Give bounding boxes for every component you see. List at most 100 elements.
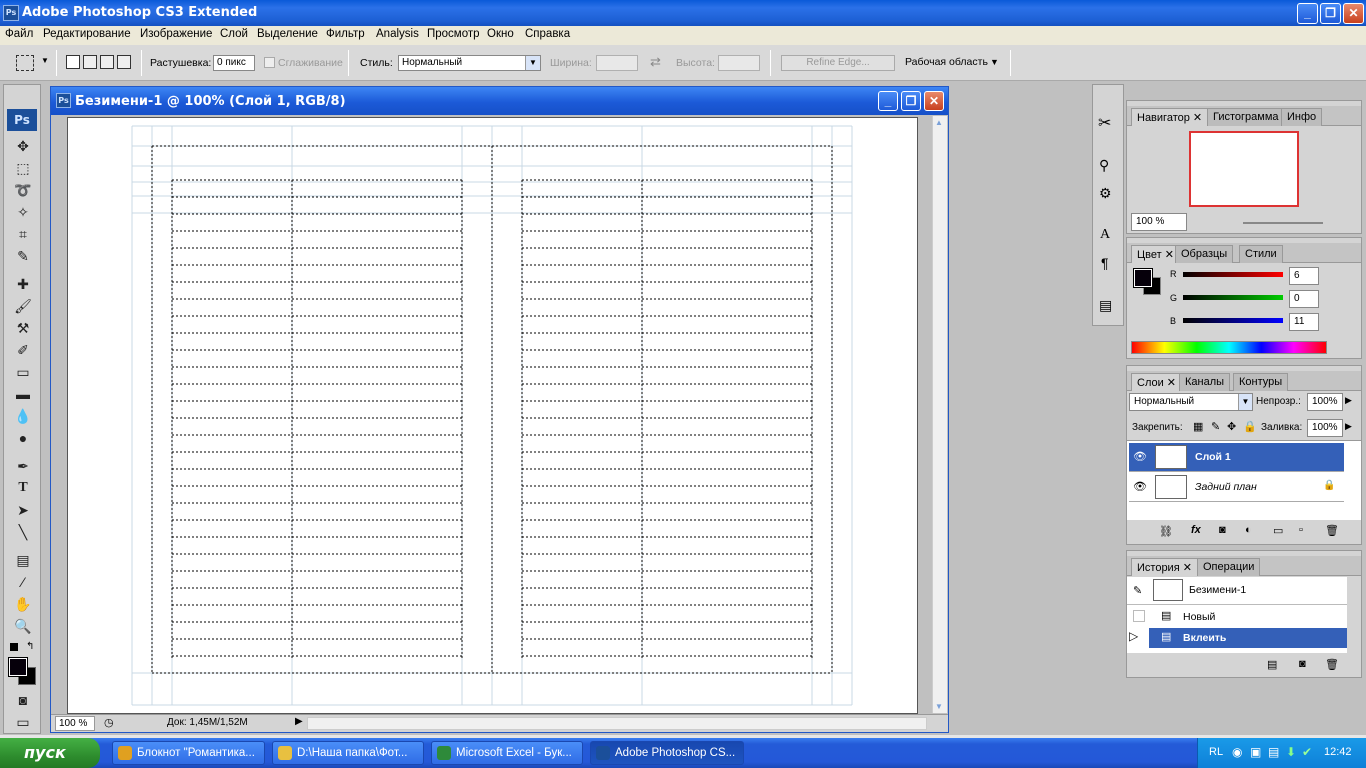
new-selection-icon[interactable] <box>66 55 80 69</box>
vertical-scrollbar[interactable]: ▲ ▼ <box>932 116 947 713</box>
add-selection-icon[interactable] <box>83 55 97 69</box>
minimize-button[interactable]: _ <box>1297 3 1318 24</box>
red-slider[interactable] <box>1183 272 1283 277</box>
history-item-selected[interactable]: ▤ Вклеить <box>1149 628 1347 648</box>
quick-mask-icon[interactable]: ◙ <box>13 691 33 709</box>
chevron-down-icon[interactable]: ▼ <box>1238 394 1252 410</box>
navigator-zoom-field[interactable]: 100 % <box>1131 213 1187 231</box>
lasso-tool-icon[interactable]: ➰ <box>13 181 33 199</box>
workspace-menu[interactable]: Рабочая область <box>905 56 988 68</box>
menu-file[interactable]: Файл <box>5 28 33 40</box>
default-colors-icon[interactable] <box>10 643 18 651</box>
swap-icon[interactable]: ⇄ <box>650 54 661 70</box>
history-state-slider-icon[interactable]: ▷ <box>1129 629 1138 643</box>
crop-tool-icon[interactable]: ⌗ <box>13 225 33 243</box>
layer-mask-icon[interactable]: ◙ <box>1219 524 1226 536</box>
hand-tool-icon[interactable]: ✋ <box>13 595 33 613</box>
tools-preset-icon[interactable]: ✂ <box>1098 113 1111 133</box>
menu-filter[interactable]: Фильтр <box>326 28 365 40</box>
notes-tool-icon[interactable]: ▤ <box>13 551 33 569</box>
task-excel[interactable]: Microsoft Excel - Бук... <box>431 741 583 765</box>
lock-pixels-icon[interactable]: ✎ <box>1211 420 1220 433</box>
history-source-checkbox[interactable] <box>1133 610 1145 622</box>
menu-analysis[interactable]: Analysis <box>376 28 419 40</box>
trash-icon[interactable]: 🗑 <box>1325 658 1339 671</box>
document-minimize-button[interactable]: _ <box>878 91 898 111</box>
color-spectrum-ramp[interactable] <box>1131 341 1327 354</box>
eyedropper-tool-icon[interactable]: ⁄ <box>13 573 33 591</box>
visibility-eye-icon[interactable]: 👁 <box>1133 450 1147 464</box>
fill-field[interactable]: 100% <box>1307 419 1343 437</box>
blue-value[interactable]: 11 <box>1289 313 1319 331</box>
marquee-tool-icon[interactable]: ⬚ <box>13 159 33 177</box>
subtract-selection-icon[interactable] <box>100 55 114 69</box>
adjustment-layer-icon[interactable]: ◐ <box>1245 524 1252 536</box>
pen-tool-icon[interactable]: ✒ <box>13 457 33 475</box>
status-menu-icon[interactable]: ◷ <box>104 716 114 729</box>
new-document-from-state-icon[interactable]: ▤ <box>1267 658 1277 671</box>
dodge-tool-icon[interactable]: ● <box>13 429 33 447</box>
layer-comps-icon[interactable]: ▤ <box>1099 297 1112 314</box>
path-selection-tool-icon[interactable]: ➤ <box>13 501 33 519</box>
blue-slider[interactable] <box>1183 318 1283 323</box>
tab-color[interactable]: Цвет ✕ <box>1131 245 1180 263</box>
tab-info[interactable]: Инфо <box>1281 108 1323 126</box>
tray-app-icon[interactable]: ◉ <box>1232 745 1242 759</box>
eraser-tool-icon[interactable]: ▭ <box>13 363 33 381</box>
type-tool-icon[interactable]: T <box>13 479 33 497</box>
character-icon[interactable]: A <box>1100 227 1110 243</box>
task-notepad[interactable]: Блокнот "Романтика... <box>112 741 265 765</box>
menu-image[interactable]: Изображение <box>140 28 212 40</box>
brushes-icon[interactable]: ⚲ <box>1099 157 1109 174</box>
lock-position-icon[interactable]: ✥ <box>1227 420 1236 433</box>
blur-tool-icon[interactable]: 💧 <box>13 407 33 425</box>
snapshot-brush-icon[interactable]: ✎ <box>1133 584 1142 597</box>
lock-all-icon[interactable]: 🔒 <box>1243 420 1257 433</box>
clone-stamp-tool-icon[interactable]: ⚒ <box>13 319 33 337</box>
start-button[interactable]: пуск <box>0 738 100 768</box>
layer-row[interactable]: 👁 Слой 1 <box>1129 443 1344 472</box>
style-select[interactable]: Нормальный ▼ <box>398 55 541 71</box>
refine-edge-button[interactable]: Refine Edge... <box>781 55 895 71</box>
tab-swatches[interactable]: Образцы <box>1175 245 1234 263</box>
foreground-color-swatch[interactable] <box>8 657 28 677</box>
tray-app-icon[interactable]: ▤ <box>1268 745 1279 759</box>
red-value[interactable]: 6 <box>1289 267 1319 285</box>
new-snapshot-icon[interactable]: ◙ <box>1299 658 1306 670</box>
download-icon[interactable]: ⬇ <box>1286 745 1296 759</box>
language-indicator[interactable]: RL <box>1209 746 1223 758</box>
navigator-preview[interactable] <box>1189 131 1299 207</box>
chevron-down-icon[interactable]: ▼ <box>525 56 540 70</box>
lock-transparency-icon[interactable]: ▦ <box>1193 420 1203 433</box>
document-maximize-button[interactable]: ❐ <box>901 91 921 111</box>
zoom-field[interactable]: 100 % <box>55 716 95 731</box>
opacity-field[interactable]: 100% <box>1307 393 1343 411</box>
close-button[interactable]: ✕ <box>1343 3 1364 24</box>
screen-mode-icon[interactable]: ▭ <box>13 713 33 731</box>
tab-history[interactable]: История ✕ <box>1131 558 1198 576</box>
menu-help[interactable]: Справка <box>525 28 570 40</box>
gradient-tool-icon[interactable]: ▬ <box>13 385 33 403</box>
height-input[interactable] <box>718 55 760 71</box>
blend-mode-select[interactable]: Нормальный ▼ <box>1129 393 1253 411</box>
layer-row[interactable]: 👁 Задний план 🔒 <box>1129 473 1344 502</box>
menu-layer[interactable]: Слой <box>220 28 248 40</box>
tab-styles[interactable]: Стили <box>1239 245 1283 263</box>
new-layer-icon[interactable]: ▫ <box>1299 524 1303 536</box>
horizontal-scrollbar[interactable] <box>307 717 927 730</box>
navigator-zoom-slider[interactable] <box>1243 222 1323 224</box>
tab-histogram[interactable]: Гистограмма <box>1207 108 1285 126</box>
menu-select[interactable]: Выделение <box>257 28 318 40</box>
link-layers-icon[interactable]: ⛓ <box>1159 525 1173 538</box>
intersect-selection-icon[interactable] <box>117 55 131 69</box>
line-tool-icon[interactable]: ╲ <box>13 523 33 541</box>
status-arrow-icon[interactable]: ▶ <box>295 716 303 727</box>
task-photoshop[interactable]: Adobe Photoshop CS... <box>590 741 744 765</box>
green-value[interactable]: 0 <box>1289 290 1319 308</box>
image-canvas[interactable] <box>67 117 918 714</box>
new-group-icon[interactable]: ▭ <box>1273 524 1283 537</box>
scroll-up-icon[interactable]: ▲ <box>935 118 943 127</box>
slice-tool-icon[interactable]: ✎ <box>13 247 33 265</box>
tray-app-icon[interactable]: ▣ <box>1250 745 1261 759</box>
marquee-tool-preset-icon[interactable] <box>16 55 34 71</box>
